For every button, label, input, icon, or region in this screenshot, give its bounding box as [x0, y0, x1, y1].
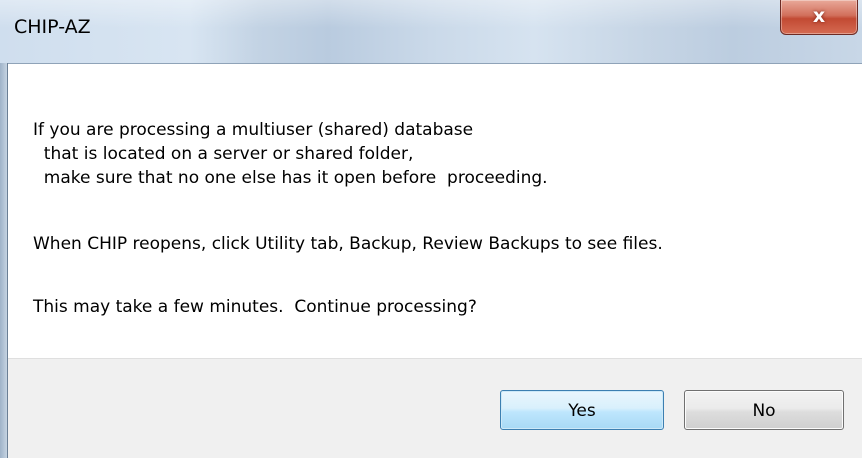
window-frame-left — [0, 63, 8, 458]
dialog-title: CHIP-AZ — [14, 16, 91, 38]
yes-button[interactable]: Yes — [500, 390, 664, 430]
title-bar[interactable]: CHIP-AZ — [0, 0, 862, 63]
no-button[interactable]: No — [684, 390, 844, 430]
message-area: If you are processing a multiuser (share… — [8, 63, 862, 358]
close-icon: x — [812, 5, 826, 27]
message-dialog: CHIP-AZ x If you are processing a multiu… — [0, 0, 862, 458]
message-line-5: This may take a few minutes. Continue pr… — [33, 297, 477, 317]
message-line-1: If you are processing a multiuser (share… — [33, 120, 474, 140]
message-line-4: When CHIP reopens, click Utility tab, Ba… — [33, 234, 663, 254]
message-line-3: make sure that no one else has it open b… — [33, 168, 548, 188]
close-button[interactable]: x — [780, 0, 858, 35]
button-bar: Yes No — [8, 358, 862, 458]
message-line-2: that is located on a server or shared fo… — [33, 144, 414, 164]
